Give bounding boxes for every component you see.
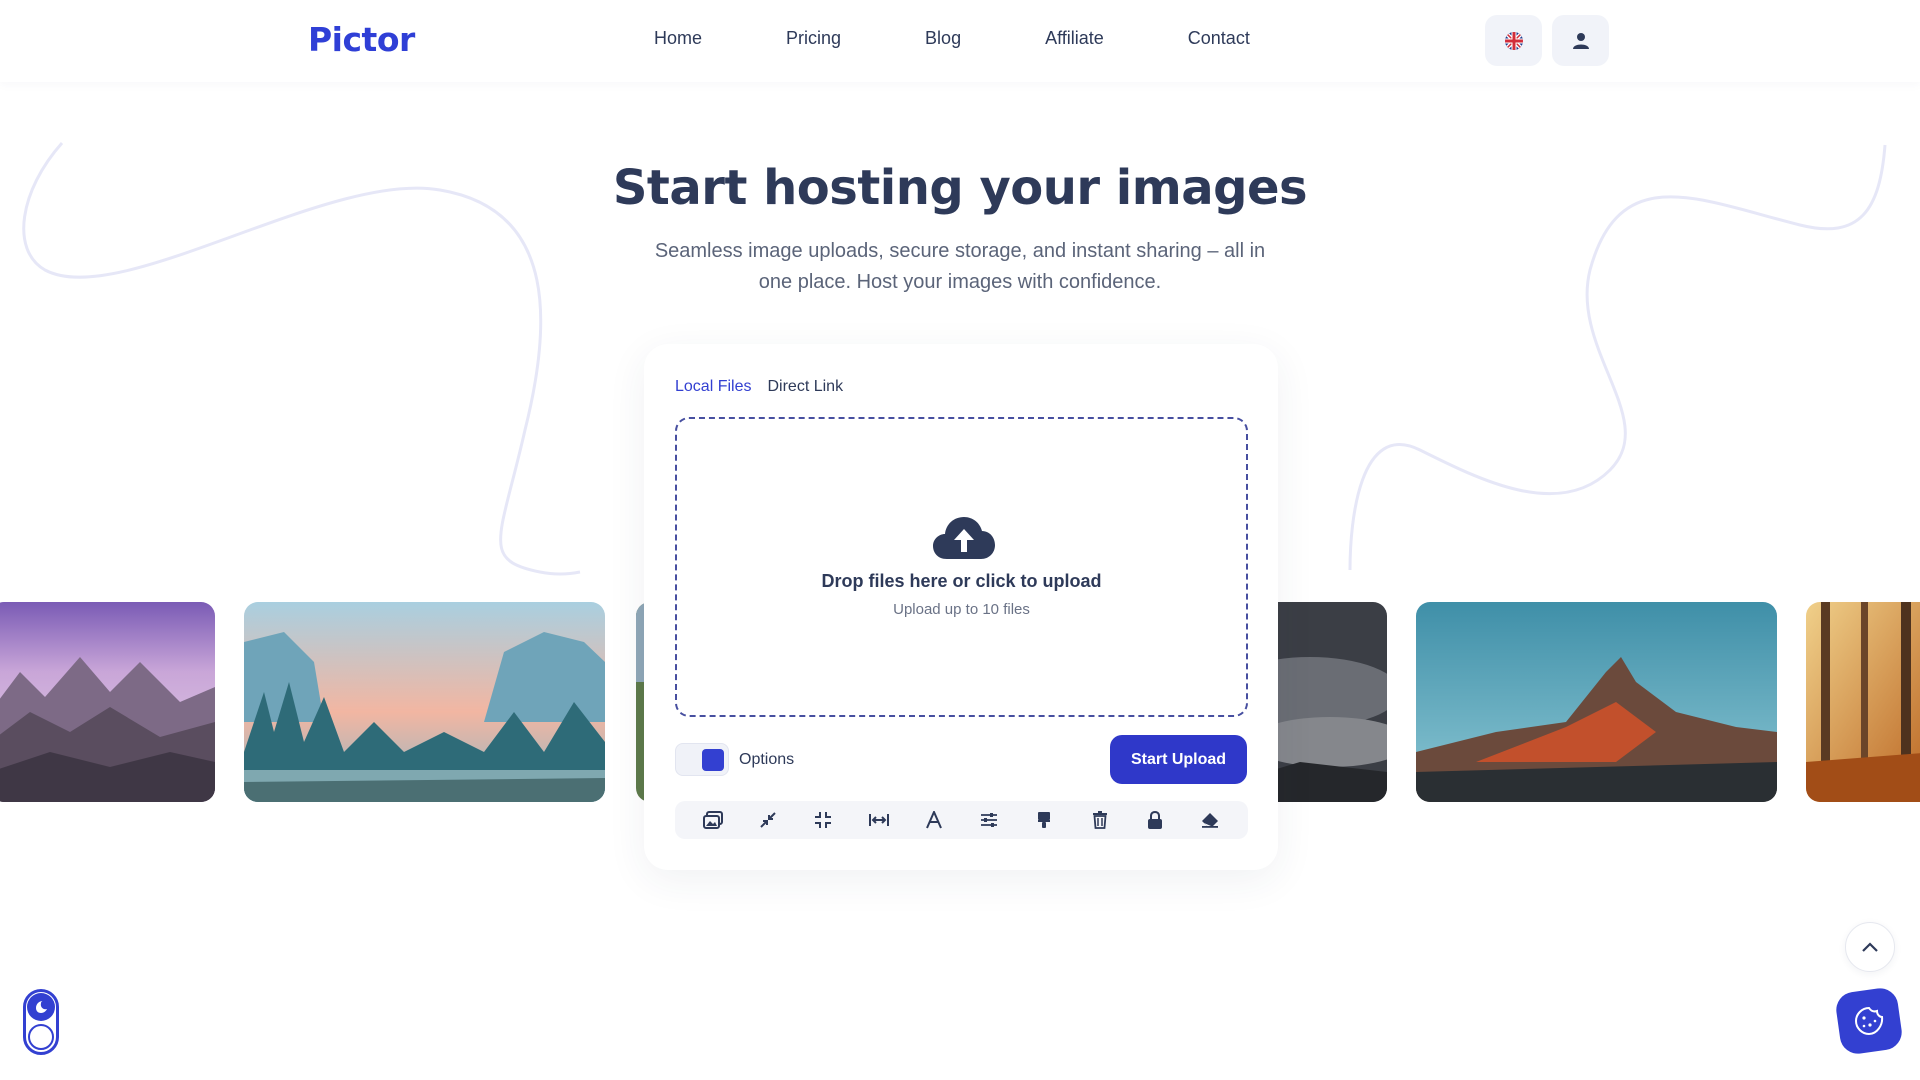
- autumn-forest-photo: [1806, 602, 1920, 802]
- tool-crop[interactable]: [808, 805, 838, 835]
- account-button[interactable]: [1552, 15, 1609, 66]
- nav-link-blog[interactable]: Blog: [925, 28, 961, 49]
- crop-icon: [815, 812, 832, 828]
- resize-width-icon: [868, 814, 889, 826]
- tool-paint[interactable]: [1029, 805, 1059, 835]
- language-button[interactable]: [1485, 15, 1542, 66]
- upload-card: Local Files Direct Link Drop files here …: [644, 344, 1278, 870]
- moon-icon: [36, 1001, 47, 1013]
- red-mountain-photo: [1416, 602, 1777, 802]
- gallery-photo: [0, 602, 215, 802]
- theme-toggle-knob: [27, 993, 55, 1021]
- tool-text[interactable]: [919, 805, 949, 835]
- lock-icon: [1148, 811, 1163, 829]
- dropzone-title: Drop files here or click to upload: [821, 571, 1102, 591]
- adjust-sliders-icon: [981, 813, 998, 827]
- nav-links: Home Pricing Blog Affiliate Contact: [654, 28, 1250, 49]
- purple-mountains-photo: [0, 602, 215, 802]
- tool-compress[interactable]: [753, 805, 783, 835]
- dropzone-subtitle: Upload up to 10 files: [893, 601, 1030, 618]
- gallery-photo: [1416, 602, 1777, 802]
- cloud-upload-icon: [933, 517, 995, 559]
- tab-local-files[interactable]: Local Files: [675, 378, 751, 396]
- tool-lock[interactable]: [1140, 805, 1170, 835]
- logo[interactable]: Pictor: [308, 20, 415, 59]
- nav-link-home[interactable]: Home: [654, 28, 702, 49]
- nav-link-affiliate[interactable]: Affiliate: [1045, 28, 1104, 49]
- nav-link-contact[interactable]: Contact: [1188, 28, 1250, 49]
- toggle-knob: [702, 749, 724, 771]
- file-dropzone[interactable]: Drop files here or click to upload Uploa…: [675, 417, 1248, 717]
- tool-adjust[interactable]: [974, 805, 1004, 835]
- compress-icon: [760, 812, 776, 828]
- start-upload-button[interactable]: Start Upload: [1110, 735, 1247, 784]
- trash-icon: [1092, 811, 1107, 829]
- tool-resize[interactable]: [864, 805, 894, 835]
- options-label: Options: [739, 751, 795, 768]
- hero-title: Start hosting your images: [612, 160, 1308, 216]
- options-toggle[interactable]: [675, 743, 729, 776]
- uk-flag-icon: [1504, 31, 1523, 50]
- image-tools-toolbar: [675, 801, 1248, 839]
- eraser-icon: [1202, 813, 1219, 828]
- tab-direct-link[interactable]: Direct Link: [767, 378, 843, 396]
- cookie-icon: [1854, 1006, 1884, 1036]
- theme-toggle[interactable]: [23, 989, 59, 1055]
- hero-subtitle: Seamless image uploads, secure storage, …: [654, 240, 1266, 293]
- cookie-settings-button[interactable]: [1833, 985, 1905, 1057]
- scroll-to-top-button[interactable]: [1845, 922, 1895, 972]
- nav-link-pricing[interactable]: Pricing: [786, 28, 841, 49]
- theme-toggle-track: [28, 1024, 54, 1050]
- misty-forest-valley-photo: [244, 602, 605, 802]
- tool-delete[interactable]: [1085, 805, 1115, 835]
- text-icon: [925, 811, 942, 829]
- paint-brush-icon: [1038, 812, 1051, 828]
- tool-erase[interactable]: [1195, 805, 1225, 835]
- gallery-icon: [702, 811, 723, 829]
- gallery-photo: [244, 602, 605, 802]
- chevron-up-icon: [1862, 942, 1878, 952]
- gallery-photo: [1806, 602, 1920, 802]
- top-navigation: Pictor Home Pricing Blog Affiliate Conta…: [0, 0, 1920, 82]
- user-icon: [1572, 32, 1589, 49]
- tool-gallery[interactable]: [698, 805, 728, 835]
- upload-tabs: Local Files Direct Link: [675, 378, 859, 396]
